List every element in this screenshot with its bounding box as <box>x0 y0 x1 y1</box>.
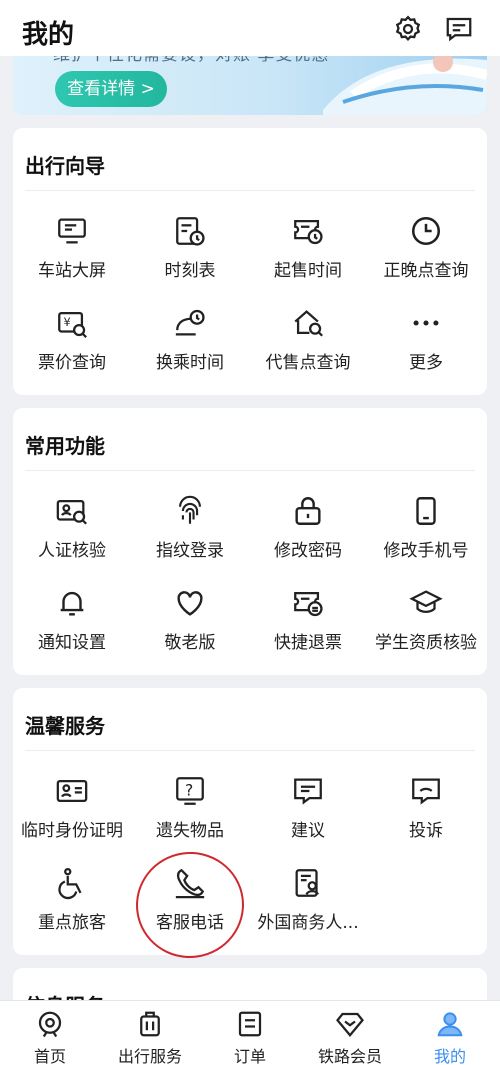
view-details-button[interactable]: 查看详情 > <box>55 71 167 107</box>
item-suggestion[interactable]: 建议 <box>249 774 367 841</box>
item-lost-items[interactable]: ? 遗失物品 <box>131 774 249 841</box>
phone-icon <box>416 497 436 525</box>
item-label: 重点旅客 <box>38 913 106 933</box>
item-label: 票价查询 <box>38 353 106 373</box>
item-agency-query[interactable]: 代售点查询 <box>249 306 367 373</box>
item-label: 学生资质核验 <box>375 633 477 653</box>
item-label: 时刻表 <box>164 261 216 281</box>
item-label: 正晚点查询 <box>383 261 469 281</box>
item-label: 建议 <box>291 821 325 841</box>
id-verify-icon <box>56 499 87 525</box>
wheelchair-icon <box>58 867 82 900</box>
gear-icon[interactable] <box>393 14 423 44</box>
item-label: 修改密码 <box>274 541 342 561</box>
refund-icon <box>294 591 323 617</box>
tab-label: 我的 <box>433 1047 466 1065</box>
item-label: 投诉 <box>409 821 443 841</box>
timetable-icon <box>176 217 205 246</box>
lost-item-icon: ? <box>176 777 204 805</box>
item-fingerprint-login[interactable]: 指纹登录 <box>131 494 249 561</box>
item-more[interactable]: 更多 <box>367 306 485 373</box>
transfer-time-icon <box>175 309 205 336</box>
bell-icon <box>60 591 84 616</box>
item-label: 遗失物品 <box>156 821 224 841</box>
item-temp-id-proof[interactable]: 临时身份证明 <box>13 774 131 841</box>
lock-icon <box>295 497 321 525</box>
item-fare-query[interactable]: ¥ 票价查询 <box>13 306 131 373</box>
item-label: 人证核验 <box>38 541 106 561</box>
item-key-passenger[interactable]: 重点旅客 <box>13 866 131 933</box>
divider <box>25 750 475 751</box>
item-quick-refund[interactable]: 快捷退票 <box>249 586 367 653</box>
item-label: 敬老版 <box>164 633 216 653</box>
tab-mine[interactable]: 我的 <box>400 1009 500 1065</box>
section-travel-guide: 出行向导 车站大屏 时刻表 起售时间 正晚点查询 ¥ 票价查询 换乘时间 代售点… <box>13 128 487 395</box>
graduation-cap-icon <box>409 590 443 613</box>
tab-label: 首页 <box>33 1047 66 1065</box>
svg-text:¥: ¥ <box>64 315 71 329</box>
divider <box>25 470 475 471</box>
item-label: 起售时间 <box>274 261 342 281</box>
item-label: 代售点查询 <box>265 353 351 373</box>
tab-railway-member[interactable]: 铁路会员 <box>300 1009 400 1065</box>
item-id-verification[interactable]: 人证核验 <box>13 494 131 561</box>
heart-icon <box>177 591 203 616</box>
item-label: 更多 <box>409 353 443 373</box>
item-label: 快捷退票 <box>274 633 342 653</box>
bottom-tab-bar: 首页 出行服务 订单 铁路会员 我的 <box>0 1000 500 1065</box>
item-foreign-business[interactable]: 外国商务人... <box>249 866 367 933</box>
diamond-icon <box>336 1012 364 1038</box>
section-title: 常用功能 <box>25 434 105 458</box>
tab-orders[interactable]: 订单 <box>200 1009 300 1065</box>
item-timetable[interactable]: 时刻表 <box>131 214 249 281</box>
suggestion-icon <box>294 778 322 805</box>
foreign-business-icon <box>295 869 319 897</box>
more-icon <box>413 320 439 326</box>
item-delay-query[interactable]: 正晚点查询 <box>367 214 485 281</box>
sale-time-icon <box>294 219 323 245</box>
item-notification-settings[interactable]: 通知设置 <box>13 586 131 653</box>
header: 我的 <box>0 0 500 56</box>
item-label: 指纹登录 <box>156 541 224 561</box>
section-title: 出行向导 <box>25 154 105 178</box>
home-icon <box>38 1011 62 1038</box>
svg-text:?: ? <box>185 781 193 799</box>
section-warm-services: 温馨服务 临时身份证明 ? 遗失物品 建议 投诉 重点旅客 客服电话 外国商务人… <box>13 688 487 955</box>
tab-label: 出行服务 <box>117 1047 182 1065</box>
divider <box>25 190 475 191</box>
item-label: 临时身份证明 <box>21 821 123 841</box>
tab-travel-services[interactable]: 出行服务 <box>100 1009 200 1065</box>
tab-label: 订单 <box>233 1047 266 1065</box>
item-station-screen[interactable]: 车站大屏 <box>13 214 131 281</box>
agency-search-icon <box>294 310 323 337</box>
complaint-icon <box>412 778 440 805</box>
item-complaint[interactable]: 投诉 <box>367 774 485 841</box>
tab-home[interactable]: 首页 <box>0 1009 100 1065</box>
temp-id-icon <box>56 779 88 803</box>
item-elder-mode[interactable]: 敬老版 <box>131 586 249 653</box>
clock-icon <box>411 216 441 246</box>
user-icon <box>437 1012 463 1037</box>
item-change-password[interactable]: 修改密码 <box>249 494 367 561</box>
item-label: 外国商务人... <box>257 913 359 933</box>
message-icon[interactable] <box>444 14 474 44</box>
item-label: 通知设置 <box>38 633 106 653</box>
fingerprint-icon <box>179 495 201 524</box>
item-change-phone[interactable]: 修改手机号 <box>367 494 485 561</box>
item-sale-time[interactable]: 起售时间 <box>249 214 367 281</box>
item-student-verification[interactable]: 学生资质核验 <box>367 586 485 653</box>
section-common-functions: 常用功能 人证核验 指纹登录 修改密码 修改手机号 通知设置 敬老版 快捷退票 … <box>13 408 487 675</box>
luggage-icon <box>140 1011 160 1037</box>
item-label: 车站大屏 <box>38 261 106 281</box>
page-title: 我的 <box>22 20 75 50</box>
section-title: 温馨服务 <box>25 714 105 738</box>
tab-label: 铁路会员 <box>317 1047 382 1065</box>
ticket-price-icon: ¥ <box>58 311 87 338</box>
order-icon <box>238 1011 262 1037</box>
item-transfer-time[interactable]: 换乘时间 <box>131 306 249 373</box>
monitor-icon <box>58 218 86 244</box>
item-label: 修改手机号 <box>383 541 469 561</box>
item-label: 换乘时间 <box>156 353 224 373</box>
